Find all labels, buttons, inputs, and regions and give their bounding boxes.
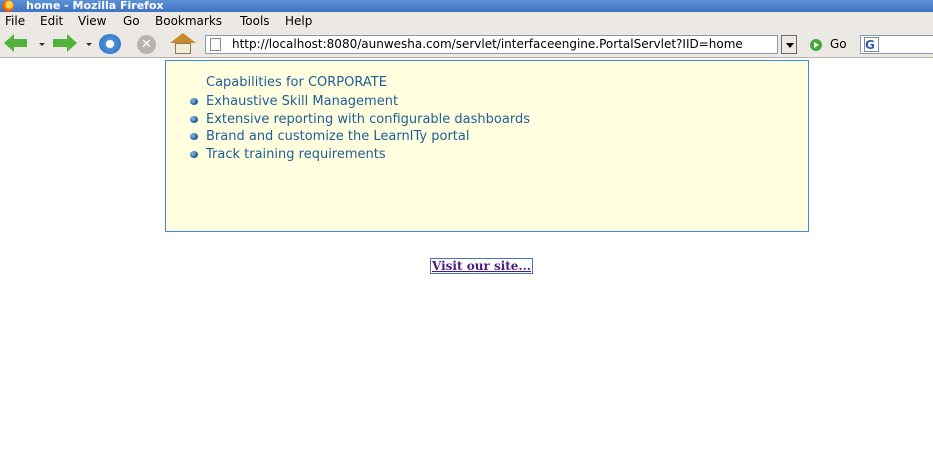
menu-file[interactable]: File	[5, 14, 25, 29]
list-item: Extensive reporting with configurable da…	[190, 111, 530, 129]
search-engine-icon[interactable]: G	[864, 37, 879, 52]
feature-label: Exhaustive Skill Management	[206, 94, 399, 109]
bullet-icon	[190, 133, 198, 141]
menu-tools[interactable]: Tools	[240, 14, 270, 29]
feature-label: Track training requirements	[206, 147, 386, 163]
feature-list: Exhaustive Skill Management Extensive re…	[190, 93, 530, 164]
home-icon[interactable]	[170, 33, 196, 55]
menu-edit[interactable]: Edit	[40, 14, 63, 29]
menubar: File Edit View Go Bookmarks Tools Help	[0, 12, 933, 31]
menu-bookmarks[interactable]: Bookmarks	[155, 14, 222, 29]
page-icon	[210, 38, 221, 51]
visit-site-link[interactable]: Visit our site...	[430, 258, 533, 274]
address-dropdown-button[interactable]	[781, 35, 797, 54]
address-bar[interactable]: http://localhost:8080/aunwesha.com/servl…	[205, 35, 778, 54]
bullet-icon	[190, 115, 198, 123]
menu-go[interactable]: Go	[123, 14, 140, 29]
forward-arrow-icon	[67, 34, 77, 52]
list-item: Brand and customize the LearnITy portal	[190, 128, 530, 146]
window-title: home - Mozilla Firefox	[26, 0, 164, 12]
stop-icon[interactable]: ✕	[137, 35, 156, 54]
window-titlebar: home - Mozilla Firefox	[0, 0, 933, 12]
capabilities-panel: Capabilities for CORPORATE Exhaustive Sk…	[165, 60, 809, 232]
menu-view[interactable]: View	[78, 14, 106, 29]
list-item: Exhaustive Skill Management	[190, 93, 530, 111]
address-url[interactable]: http://localhost:8080/aunwesha.com/servl…	[232, 36, 743, 53]
forward-history-dropdown-icon[interactable]	[86, 43, 92, 46]
firefox-icon	[2, 0, 14, 12]
list-item: Track training requirements	[190, 146, 530, 164]
menu-help[interactable]: Help	[285, 14, 312, 29]
go-label: Go	[830, 37, 847, 51]
go-icon	[810, 39, 822, 51]
feature-label: Brand and customize the LearnITy portal	[206, 129, 470, 145]
reload-icon[interactable]	[99, 34, 121, 54]
back-history-dropdown-icon[interactable]	[39, 43, 45, 46]
feature-label: Extensive reporting with configurable da…	[206, 111, 530, 127]
chevron-down-icon	[786, 43, 794, 48]
bullet-icon	[190, 98, 198, 105]
search-input[interactable]: G	[860, 35, 933, 54]
bullet-icon	[190, 151, 198, 159]
capabilities-heading: Capabilities for CORPORATE	[206, 75, 387, 90]
